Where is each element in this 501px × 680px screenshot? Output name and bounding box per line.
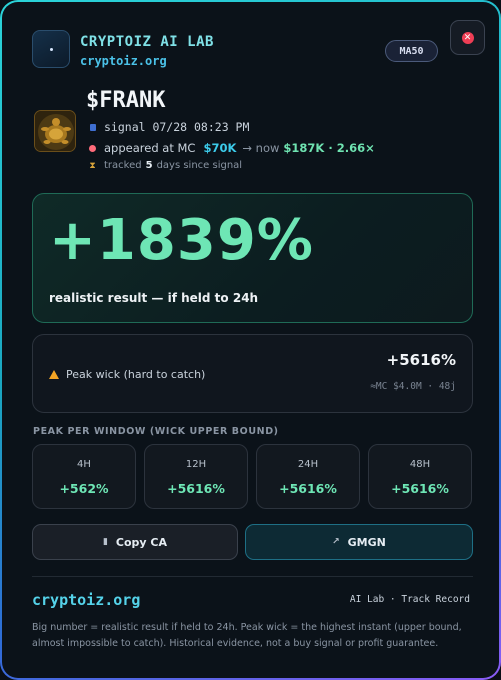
tracked-line: ⧗ tracked 5 days since signal — [88, 160, 242, 171]
peak-meta: ≈MC $4.0M · 48j — [370, 381, 456, 392]
warning-icon — [49, 370, 59, 379]
copy-ca-label: Copy CA — [115, 535, 168, 549]
logo-star-icon — [49, 47, 53, 51]
window-card-48h: 48H +5616% — [368, 444, 472, 509]
turtle-icon — [35, 111, 75, 151]
card-frame: CRYPTOIZ AI LAB cryptoiz.org MA50 ✕ $FRA… — [0, 0, 501, 680]
result-panel: +1839% realistic result — if held to 24h — [32, 193, 473, 323]
record-dot-icon — [88, 144, 97, 152]
close-button[interactable]: ✕ — [450, 20, 485, 55]
calendar-icon — [88, 123, 97, 131]
gmgn-label: GMGN — [347, 535, 386, 549]
hourglass-icon: ⧗ — [89, 160, 96, 171]
lab-logo — [32, 30, 70, 68]
window-card-24h: 24H +5616% — [256, 444, 360, 509]
window-label: 48H — [409, 459, 431, 470]
tracked-suffix: days since signal — [156, 160, 243, 171]
arrow-now: → now — [242, 141, 280, 155]
peak-value: +5616% — [386, 351, 456, 369]
window-value: +5616% — [391, 481, 449, 496]
window-value: +5616% — [167, 481, 225, 496]
window-label: 24H — [297, 459, 319, 470]
result-percent: +1839% — [49, 208, 314, 273]
window-card-4h: 4H +562% — [32, 444, 136, 509]
signal-time: signal 07/28 08:23 PM — [104, 120, 250, 134]
window-value: +562% — [59, 481, 109, 496]
token-ticker: $FRANK — [86, 88, 166, 113]
peak-label: Peak wick (hard to catch) — [66, 368, 206, 381]
appeared-mc: $70K — [203, 141, 237, 155]
divider — [32, 576, 473, 577]
signal-card: CRYPTOIZ AI LAB cryptoiz.org MA50 ✕ $FRA… — [2, 2, 499, 678]
tracked-days: 5 — [145, 160, 153, 171]
footer-brand[interactable]: cryptoiz.org — [32, 591, 140, 609]
window-label: 12H — [185, 459, 207, 470]
ma-badge: MA50 — [385, 40, 438, 62]
peak-wick-panel: Peak wick (hard to catch) +5616% ≈MC $4.… — [32, 334, 473, 413]
window-card-12h: 12H +5616% — [144, 444, 248, 509]
token-avatar — [34, 110, 76, 152]
copy-ca-button[interactable]: ▮ Copy CA — [32, 524, 238, 560]
footer-tagline: AI Lab · Track Record — [349, 594, 470, 605]
mc-line: appeared at MC $70K → now $187K · 2.66× — [88, 141, 375, 155]
brand-url[interactable]: cryptoiz.org — [80, 54, 167, 68]
result-caption: realistic result — if held to 24h — [49, 291, 259, 305]
close-icon: ✕ — [461, 31, 474, 44]
tracked-prefix: tracked — [104, 160, 142, 171]
window-label: 4H — [77, 459, 91, 470]
brand-title: CRYPTOIZ AI LAB — [80, 34, 214, 50]
windows-title: PEAK PER WINDOW (WICK UPPER BOUND) — [33, 426, 279, 437]
gmgn-button[interactable]: ↗ GMGN — [245, 524, 473, 560]
chart-trend-icon: ↗ — [332, 537, 340, 547]
clipboard-icon: ▮ — [102, 537, 108, 547]
peak-label-row: Peak wick (hard to catch) — [49, 368, 205, 381]
footer-disclaimer: Big number = realistic result if held to… — [32, 622, 462, 649]
appeared-label: appeared at MC — [104, 141, 196, 155]
signal-line: signal 07/28 08:23 PM — [88, 120, 249, 134]
window-value: +5616% — [279, 481, 337, 496]
now-mc: $187K · 2.66× — [283, 141, 375, 155]
